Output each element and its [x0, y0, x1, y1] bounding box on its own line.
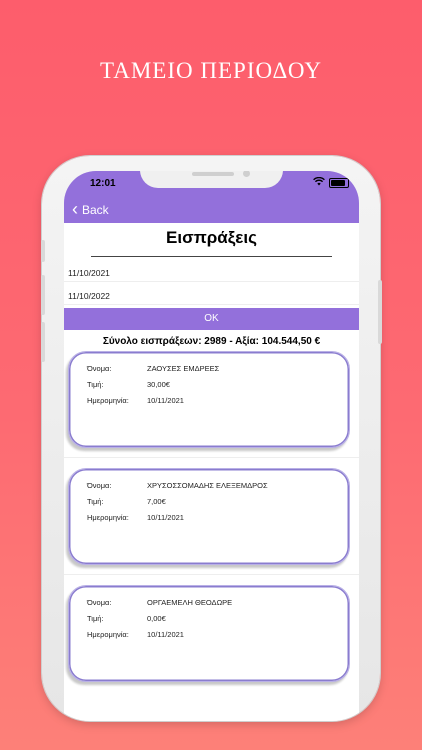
phone-frame: 12:01 ‹ Back Εισπράξεις 11/10/2021 11/10…	[42, 156, 380, 721]
price-label: Τιμή:	[87, 380, 104, 389]
notch	[140, 171, 283, 188]
app-screen: 12:01 ‹ Back Εισπράξεις 11/10/2021 11/10…	[64, 171, 359, 721]
status-icons	[313, 176, 349, 188]
volume-up-button	[41, 275, 45, 315]
record-card[interactable]: Όνομα: ΖΑΟΥΣΕΣ ΕΜΔΡΕΕΣ Τιμή: 30,00€ Ημερ…	[68, 351, 350, 448]
nav-bar: 12:01 ‹ Back	[64, 171, 359, 223]
name-label: Όνομα:	[87, 364, 112, 373]
price-value: 30,00€	[147, 380, 170, 389]
date-label: Ημερομηνία:	[87, 513, 129, 522]
page-title: Εισπράξεις	[166, 228, 257, 247]
date-row: Ημερομηνία: 10/11/2021	[87, 630, 184, 639]
price-row: Τιμή: 30,00€	[87, 380, 170, 389]
back-button[interactable]: ‹ Back	[72, 198, 109, 219]
summary-text: Σύνολο εισπράξεων: 2989 - Αξία: 104.544,…	[102, 336, 321, 347]
record-card[interactable]: Όνομα: ΟΡΓΑΕΜΕΛΗ ΘΕΟΔΩΡΕ Τιμή: 0,00€ Ημε…	[68, 585, 350, 682]
record-card[interactable]: Όνομα: ΧΡΥΣΟΣΣΟΜΑΔΗΣ ΕΛΕΞΕΜΔΡΟΣ Τιμή: 7,…	[68, 468, 350, 565]
price-row: Τιμή: 0,00€	[87, 614, 166, 623]
price-label: Τιμή:	[87, 614, 104, 623]
name-value: ΖΑΟΥΣΕΣ ΕΜΔΡΕΕΣ	[147, 364, 220, 373]
speaker	[192, 172, 234, 176]
date-to-field[interactable]: 11/10/2022	[64, 287, 359, 305]
name-row: Όνομα: ΟΡΓΑΕΜΕΛΗ ΘΕΟΔΩΡΕ	[87, 598, 232, 607]
title-underline	[91, 256, 332, 257]
date-from-field[interactable]: 11/10/2021	[64, 264, 359, 282]
name-label: Όνομα:	[87, 598, 112, 607]
power-button	[378, 280, 382, 344]
price-row: Τιμή: 7,00€	[87, 497, 166, 506]
status-time: 12:01	[90, 178, 116, 189]
price-value: 7,00€	[147, 497, 166, 506]
price-label: Τιμή:	[87, 497, 104, 506]
date-label: Ημερομηνία:	[87, 396, 129, 405]
promo-title: ΤΑΜΕΙΟ ΠΕΡΙΟΔΟΥ	[100, 58, 322, 83]
ok-button[interactable]: OK	[64, 308, 359, 330]
name-row: Όνομα: ΖΑΟΥΣΕΣ ΕΜΔΡΕΕΣ	[87, 364, 219, 373]
battery-icon	[329, 177, 349, 188]
price-value: 0,00€	[147, 614, 166, 623]
mute-switch	[41, 240, 45, 262]
row-separator	[64, 457, 359, 458]
chevron-left-icon: ‹	[72, 198, 78, 219]
date-row: Ημερομηνία: 10/11/2021	[87, 396, 184, 405]
date-value: 10/11/2021	[147, 396, 184, 405]
date-value: 10/11/2021	[147, 513, 184, 522]
wifi-icon	[313, 176, 325, 188]
back-label: Back	[82, 203, 109, 217]
name-label: Όνομα:	[87, 481, 112, 490]
date-row: Ημερομηνία: 10/11/2021	[87, 513, 184, 522]
name-value: ΧΡΥΣΟΣΣΟΜΑΔΗΣ ΕΛΕΞΕΜΔΡΟΣ	[147, 481, 268, 490]
date-label: Ημερομηνία:	[87, 630, 129, 639]
row-separator	[64, 574, 359, 575]
name-row: Όνομα: ΧΡΥΣΟΣΣΟΜΑΔΗΣ ΕΛΕΞΕΜΔΡΟΣ	[87, 481, 268, 490]
camera	[243, 171, 250, 177]
volume-down-button	[41, 322, 45, 362]
date-value: 10/11/2021	[147, 630, 184, 639]
name-value: ΟΡΓΑΕΜΕΛΗ ΘΕΟΔΩΡΕ	[147, 598, 233, 607]
